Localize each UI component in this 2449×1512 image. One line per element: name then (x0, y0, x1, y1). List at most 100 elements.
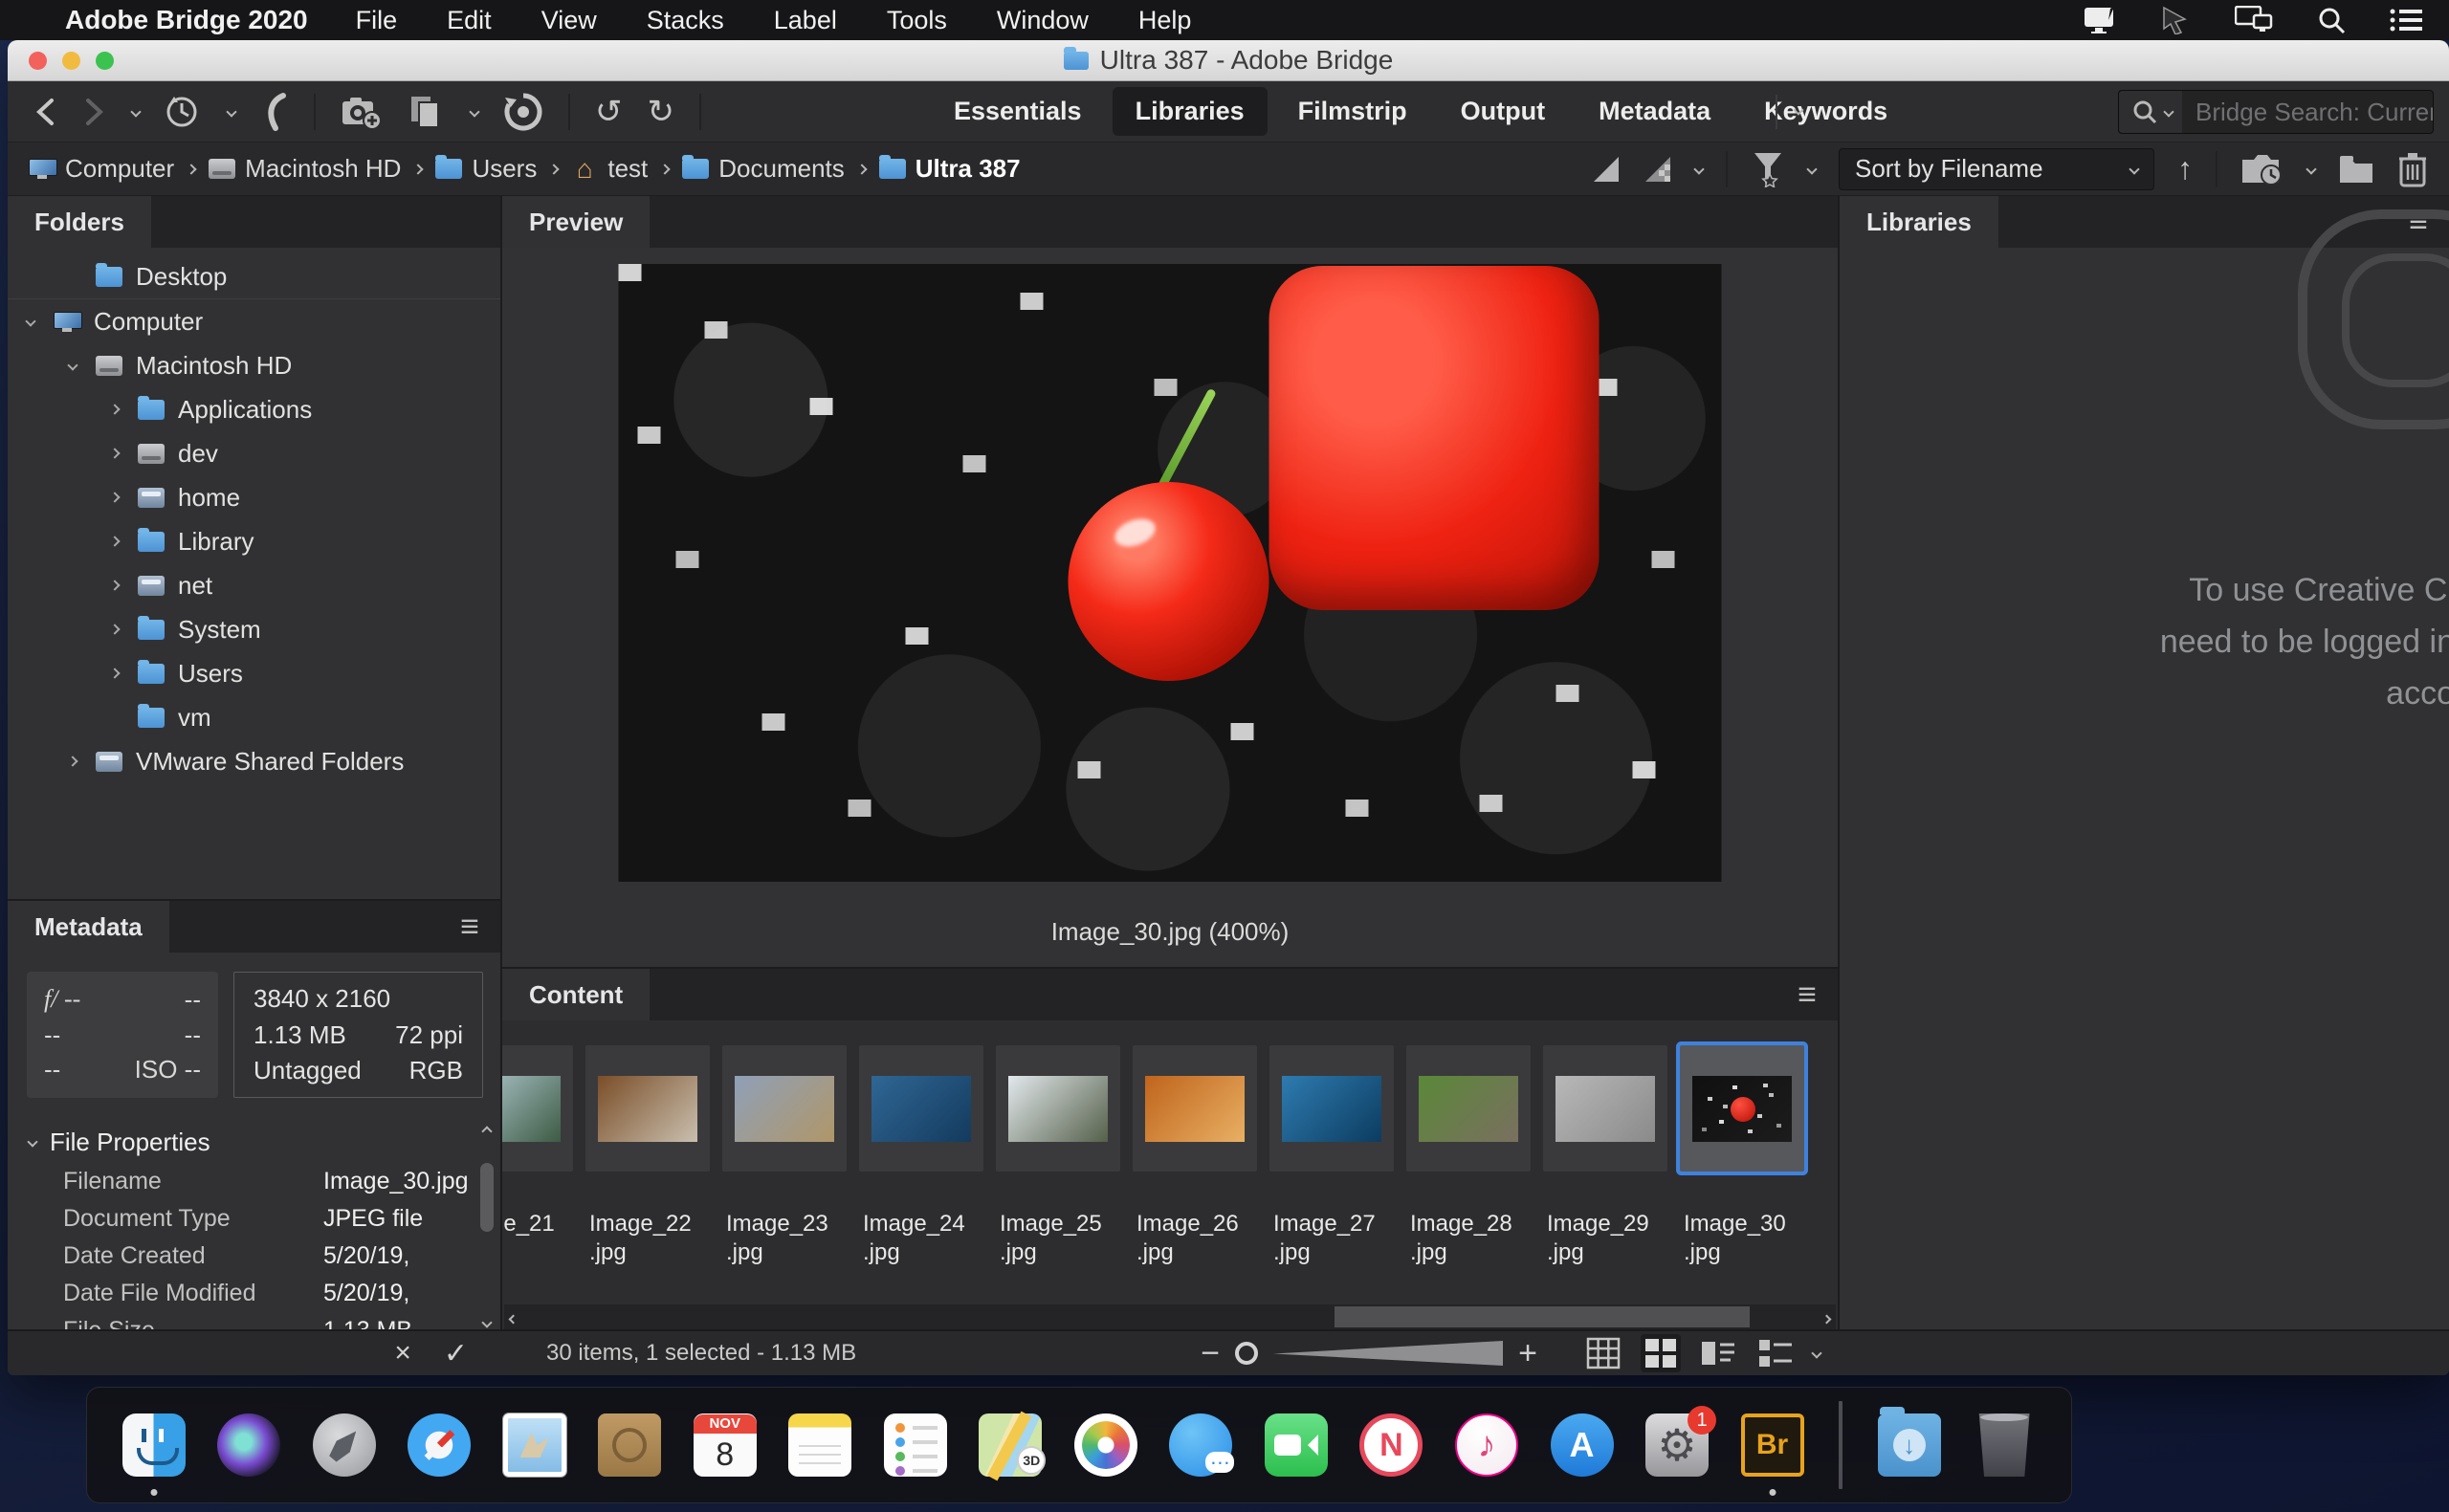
property-value[interactable]: 1.13 MB (323, 1317, 412, 1329)
menu-item-help[interactable]: Help (1138, 6, 1192, 35)
thumbnail-image-26[interactable]: Image_26 .jpg (1133, 1045, 1257, 1304)
metadata-cancel-icon[interactable]: × (394, 1337, 411, 1370)
content-horizontal-scrollbar[interactable] (504, 1304, 1836, 1329)
tree-chevron-icon[interactable] (67, 756, 78, 767)
spotlight-search-icon[interactable] (2317, 6, 2346, 34)
minimize-window-button[interactable] (62, 51, 80, 70)
scrollbar-thumb[interactable] (480, 1163, 494, 1232)
workspace-tab-metadata[interactable]: Metadata (1576, 87, 1733, 136)
tab-metadata[interactable]: Metadata (8, 901, 169, 953)
grid-view-icon[interactable] (1583, 1334, 1623, 1372)
folder-row-applications[interactable]: Applications (8, 387, 500, 431)
rotate-left-icon[interactable]: ↺ (595, 96, 623, 128)
zoom-in-icon[interactable]: + (1518, 1335, 1537, 1372)
thumbnail-image-24[interactable]: Image_24 .jpg (859, 1045, 983, 1304)
dock-icon-facetime[interactable] (1258, 1392, 1335, 1498)
quality-chevron-down-icon[interactable] (1693, 163, 1705, 175)
dock-icon-maps[interactable]: 3D (972, 1392, 1048, 1498)
tree-chevron-icon[interactable] (109, 668, 121, 679)
list-view-icon[interactable] (1755, 1334, 1796, 1372)
back-icon[interactable] (33, 96, 57, 128)
folder-row-dev[interactable]: dev (8, 431, 500, 475)
new-folder-icon[interactable] (2338, 154, 2374, 185)
display-icon[interactable] (2084, 7, 2116, 33)
nav-chevron-down-icon[interactable] (130, 105, 142, 118)
forward-icon[interactable] (82, 96, 107, 128)
close-window-button[interactable] (29, 51, 47, 70)
folder-row-macintosh-hd[interactable]: Macintosh HD (8, 343, 500, 387)
menu-item-window[interactable]: Window (997, 6, 1089, 35)
camera-raw-refresh-icon[interactable] (503, 92, 543, 132)
tree-chevron-icon[interactable] (109, 404, 121, 415)
panel-menu-icon[interactable]: ≡ (460, 901, 479, 953)
batch-rename-icon[interactable] (408, 93, 446, 131)
dock-icon-calendar[interactable]: NOV 8 (687, 1392, 763, 1498)
panel-menu-icon[interactable]: ≡ (1798, 969, 1817, 1020)
workspace-tab-output[interactable]: Output (1438, 87, 1568, 136)
slider-track[interactable] (1273, 1341, 1504, 1366)
workspace-tab-libraries[interactable]: Libraries (1112, 87, 1268, 136)
preview-image[interactable] (618, 264, 1722, 882)
import-chevron-down-icon[interactable] (2306, 163, 2317, 175)
breadcrumb-test[interactable]: test (571, 154, 671, 184)
metadata-apply-icon[interactable]: ✓ (444, 1337, 468, 1370)
menu-item-edit[interactable]: Edit (447, 6, 492, 35)
bridge-search-input[interactable]: Bridge Search: Current... (2118, 90, 2434, 134)
recents-chevron-down-icon[interactable] (226, 105, 237, 118)
tree-chevron-icon[interactable] (25, 316, 36, 327)
dock-icon-photos[interactable] (1068, 1392, 1144, 1498)
dual-display-icon[interactable] (2235, 6, 2273, 34)
recents-clock-icon[interactable] (165, 93, 203, 131)
dock-icon-app-store[interactable]: A (1544, 1392, 1621, 1498)
folder-row-home[interactable]: home (8, 475, 500, 519)
tree-chevron-icon[interactable] (109, 448, 121, 459)
thumbnail-image-30[interactable]: Image_30 .jpg (1680, 1045, 1804, 1304)
tree-chevron-icon[interactable] (109, 536, 121, 547)
dock-icon-contacts[interactable] (591, 1392, 668, 1498)
breadcrumb-ultra-387[interactable]: Ultra 387 (878, 154, 1021, 184)
menu-item-view[interactable]: View (541, 6, 597, 35)
filter-star-icon[interactable] (1751, 151, 1785, 187)
breadcrumb-macintosh-hd[interactable]: Macintosh HD (209, 154, 425, 184)
scroll-left-icon[interactable] (508, 1304, 518, 1329)
dock-icon-divider[interactable] (1829, 1392, 1852, 1498)
folder-row-library[interactable]: Library (8, 519, 500, 563)
property-value[interactable]: Image_30.jpg (323, 1168, 469, 1195)
property-value[interactable]: JPEG file (323, 1205, 423, 1233)
dock-icon-news[interactable]: N (1353, 1392, 1429, 1498)
dock-icon-messages[interactable]: … (1162, 1392, 1239, 1498)
dock-icon-adobe-bridge[interactable]: Br (1734, 1392, 1811, 1498)
menu-item-tools[interactable]: Tools (887, 6, 947, 35)
dock-icon-trash[interactable] (1966, 1392, 2042, 1498)
tree-chevron-icon[interactable] (67, 360, 78, 371)
sort-dropdown[interactable]: Sort by Filename (1839, 147, 2154, 190)
folder-row-computer[interactable]: Computer (8, 299, 500, 343)
folder-row-users[interactable]: Users (8, 651, 500, 695)
menu-item-file[interactable]: File (356, 6, 398, 35)
tree-chevron-icon[interactable] (109, 624, 121, 635)
dock-icon-notes[interactable] (782, 1392, 858, 1498)
thumbnail-image-22[interactable]: Image_22 .jpg (585, 1045, 710, 1304)
tree-chevron-icon[interactable] (109, 492, 121, 503)
slider-knob[interactable] (1235, 1342, 1259, 1365)
details-view-icon[interactable] (1698, 1334, 1738, 1372)
app-menu-title[interactable]: Adobe Bridge 2020 (65, 5, 308, 35)
thumbnail-image-29[interactable]: Image_29 .jpg (1543, 1045, 1667, 1304)
boomerang-return-icon[interactable] (260, 92, 289, 132)
property-value[interactable]: 5/20/19, (323, 1280, 409, 1307)
filter-chevron-down-icon[interactable] (1806, 163, 1818, 175)
dock-icon-downloads[interactable]: ↓ (1871, 1392, 1948, 1498)
tab-preview[interactable]: Preview (502, 196, 651, 248)
recent-import-icon[interactable] (2240, 152, 2284, 186)
menu-item-stacks[interactable]: Stacks (647, 6, 724, 35)
thumbnail-view-icon[interactable] (1641, 1334, 1681, 1372)
scroll-up-icon[interactable] (481, 1121, 493, 1138)
scroll-right-icon[interactable] (1821, 1304, 1832, 1329)
metadata-scrollbar[interactable] (475, 1121, 498, 1329)
tab-folders[interactable]: Folders (8, 196, 151, 248)
zoom-window-button[interactable] (96, 51, 114, 70)
zoom-out-icon[interactable]: − (1201, 1335, 1220, 1372)
tab-libraries[interactable]: Libraries (1840, 196, 1998, 248)
thumbnail-quality-options-icon[interactable] (1644, 155, 1672, 184)
dock-icon-mail[interactable] (496, 1392, 573, 1498)
